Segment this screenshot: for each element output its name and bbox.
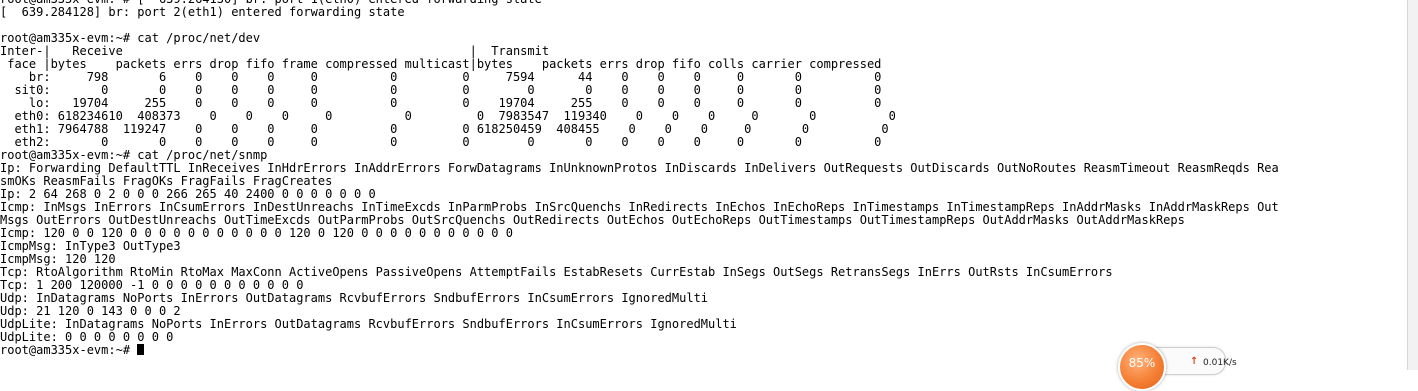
text-cursor [137,344,145,355]
terminal-line: Udp: InDatagrams NoPorts InErrors OutDat… [0,291,709,305]
shell-prompt: root@am335x-evm:~# [0,343,138,357]
terminal-window[interactable]: root@am335x-evm:~# [ 639.264130] br: por… [0,0,1408,370]
terminal-output: root@am335x-evm:~# [ 639.264130] br: por… [0,0,1408,357]
network-speed-widget[interactable]: ↑ 0.01K/s 85% [1118,343,1237,391]
speed-ball-icon[interactable]: 85% [1118,343,1166,391]
network-usage-percent: 85% [1128,356,1156,370]
upload-arrow-icon: ↑ [1190,356,1199,367]
terminal-line: IcmpMsg: InType3 OutType3 [0,239,181,253]
terminal-line: [ 639.284128] br: port 2(eth1) entered f… [0,5,405,19]
terminal-line: UdpLite: InDatagrams NoPorts InErrors Ou… [0,317,737,331]
network-speed-text: 0.01K/s [1203,358,1237,368]
terminal-line: Icmp: 120 0 0 120 0 0 0 0 0 0 0 0 0 0 0 … [0,226,513,240]
vertical-scrollbar[interactable] [1407,0,1418,370]
